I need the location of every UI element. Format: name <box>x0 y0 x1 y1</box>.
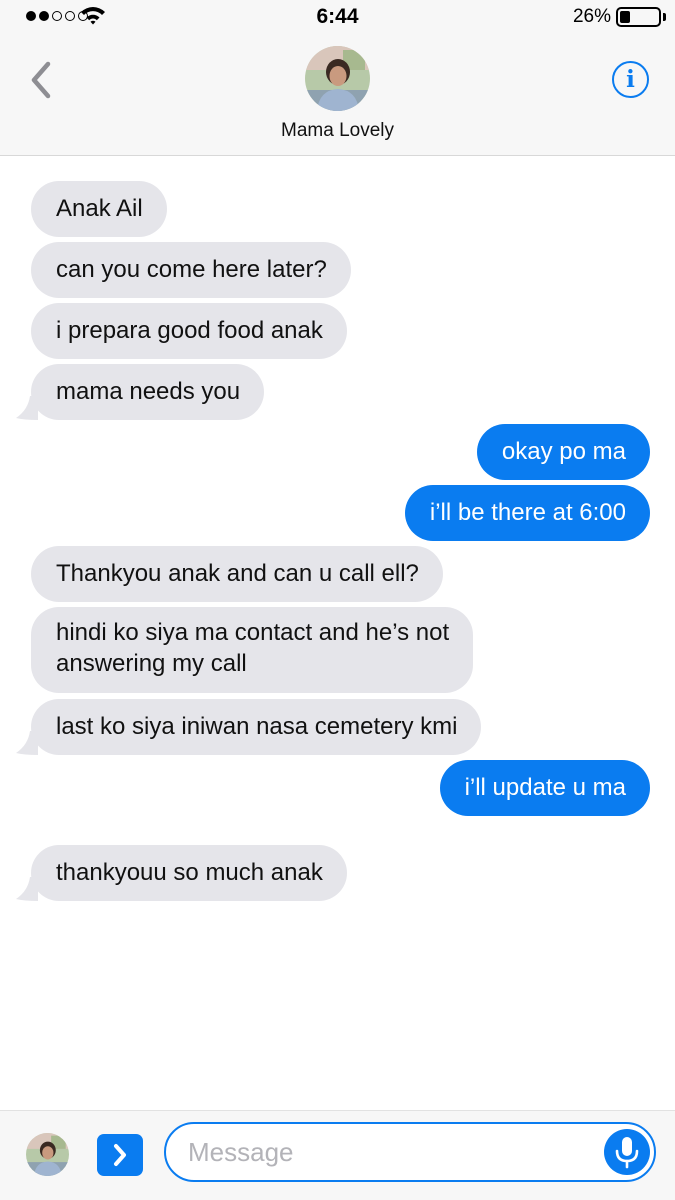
contact-avatar[interactable] <box>305 46 370 111</box>
incoming-message[interactable]: last ko siya iniwan nasa cemetery kmi <box>31 699 482 755</box>
message-line: answering my call <box>56 650 247 677</box>
dictation-button[interactable] <box>604 1129 650 1175</box>
contact-photo-small <box>26 1133 69 1176</box>
incoming-message[interactable]: Thankyou anak and can u call ell? <box>31 546 443 602</box>
chevron-left-icon <box>31 61 51 99</box>
back-button[interactable] <box>26 58 58 102</box>
incoming-message[interactable]: can you come here later? <box>31 242 351 298</box>
battery-level <box>620 11 630 23</box>
message-line: hindi ko siya ma contact and he’s not <box>56 619 450 646</box>
message-field[interactable] <box>164 1122 656 1182</box>
conversation-header: Mama Lovely i <box>0 34 675 156</box>
contact-name[interactable]: Mama Lovely <box>0 120 675 142</box>
incoming-message[interactable]: thankyouu so much anak <box>31 845 347 901</box>
message-composer <box>0 1110 675 1200</box>
outgoing-message[interactable]: i’ll be there at 6:00 <box>404 485 650 541</box>
chevron-right-icon <box>114 1144 126 1166</box>
incoming-message[interactable]: Anak Ail <box>31 181 167 237</box>
contact-photo <box>305 46 370 111</box>
incoming-message[interactable]: mama needs you <box>31 364 265 420</box>
outgoing-message[interactable]: okay po ma <box>476 424 650 480</box>
battery-icon <box>616 7 661 27</box>
apps-button[interactable] <box>97 1134 143 1176</box>
info-icon: i <box>626 66 635 93</box>
message-input[interactable] <box>188 1134 598 1170</box>
microphone-icon <box>615 1137 639 1169</box>
message-thread[interactable]: Anak Ail can you come here later? i prep… <box>0 157 675 1109</box>
memoji-button[interactable] <box>26 1133 69 1176</box>
status-bar: 6:44 26% <box>0 0 675 34</box>
outgoing-message[interactable]: i’ll update u ma <box>439 760 650 816</box>
battery-percentage: 26% <box>572 6 611 27</box>
incoming-message[interactable]: hindi ko siya ma contact and he’s not an… <box>31 607 474 693</box>
battery-nub <box>663 13 666 21</box>
incoming-message[interactable]: i prepara good food anak <box>31 303 347 359</box>
info-button[interactable]: i <box>612 61 649 98</box>
